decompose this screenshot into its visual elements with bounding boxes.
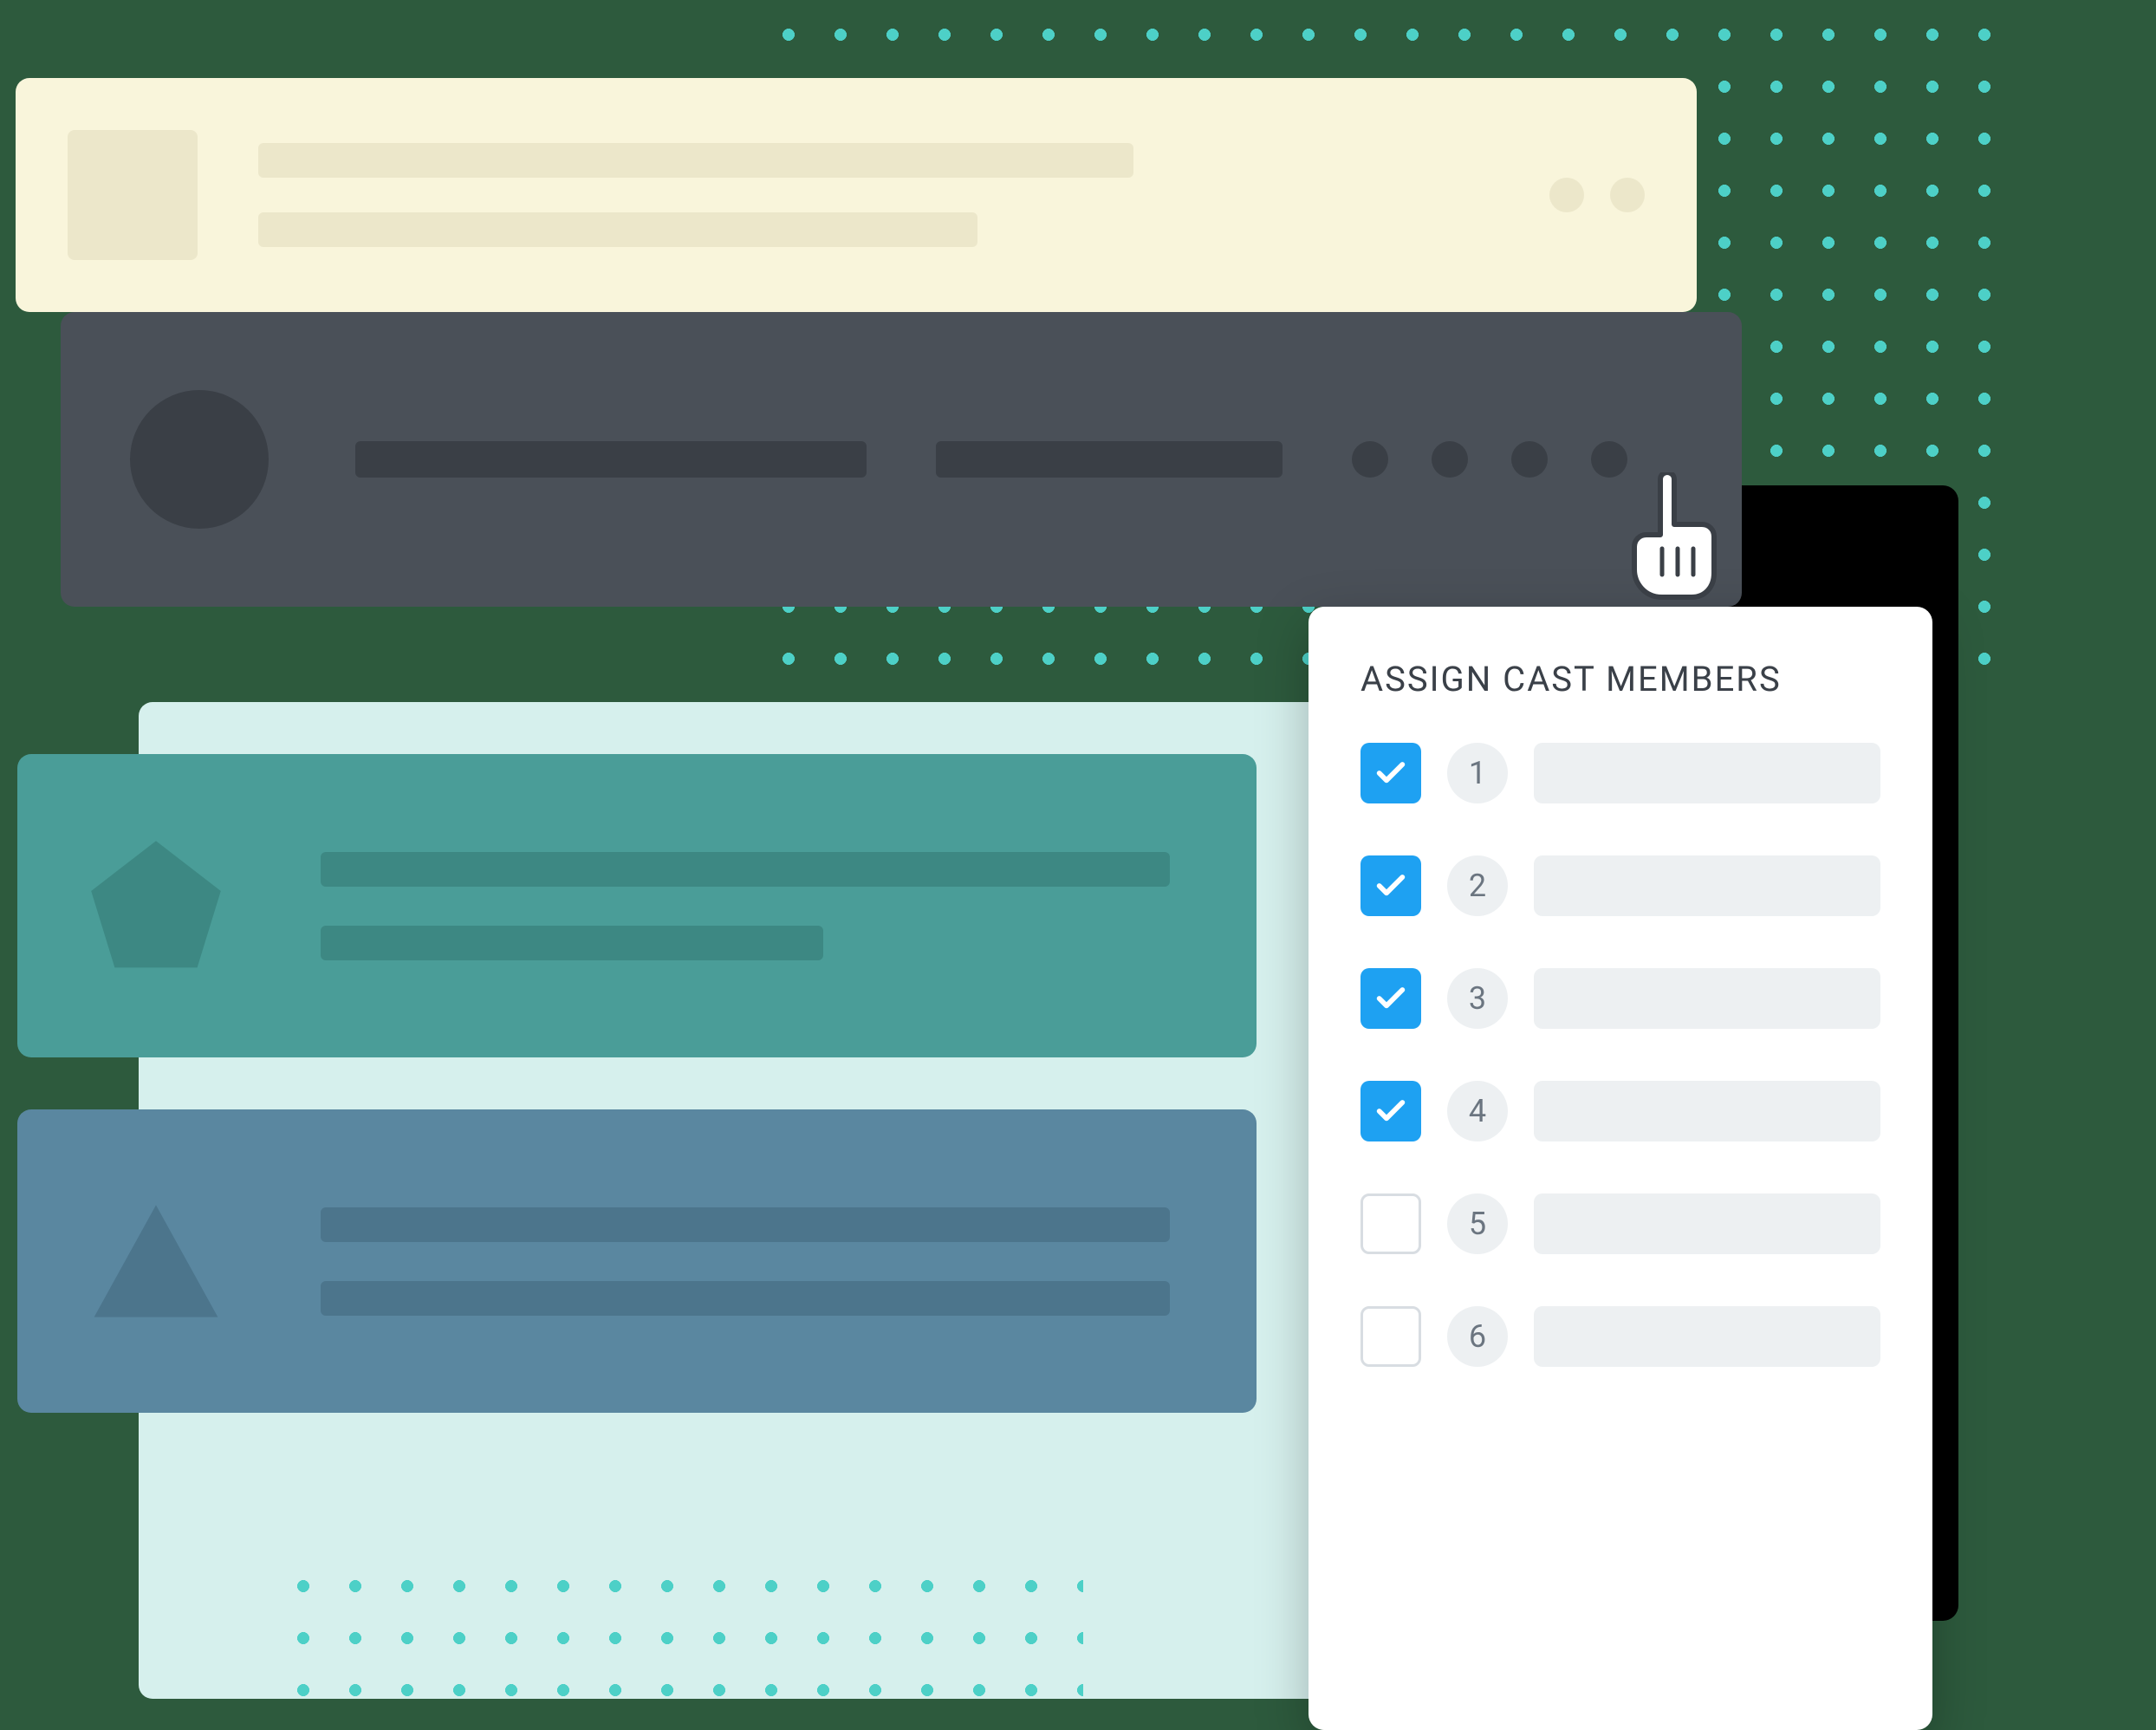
member-number-badge: 5 xyxy=(1447,1193,1508,1254)
item-text-placeholder xyxy=(258,143,1549,247)
dropdown-title: ASSIGN CAST MEMBERS xyxy=(1360,659,1880,699)
member-checkbox[interactable] xyxy=(1360,855,1421,916)
member-number-badge: 4 xyxy=(1447,1081,1508,1141)
member-name-placeholder xyxy=(1534,1193,1880,1254)
action-dot-icon[interactable] xyxy=(1511,441,1548,478)
item-text-placeholder xyxy=(936,441,1283,478)
action-dot-icon[interactable] xyxy=(1549,178,1584,212)
list-item-card-active[interactable] xyxy=(61,312,1742,607)
member-checkbox[interactable] xyxy=(1360,1193,1421,1254)
action-dot-icon[interactable] xyxy=(1610,178,1645,212)
member-checkbox[interactable] xyxy=(1360,968,1421,1029)
cast-member-row[interactable]: 2 xyxy=(1360,855,1880,916)
pentagon-avatar-icon xyxy=(78,832,234,979)
item-text-placeholder xyxy=(321,852,1170,960)
cast-member-row[interactable]: 5 xyxy=(1360,1193,1880,1254)
action-dot-icon[interactable] xyxy=(1352,441,1388,478)
member-checkbox[interactable] xyxy=(1360,1306,1421,1367)
member-name-placeholder xyxy=(1534,1306,1880,1367)
cast-member-row[interactable]: 1 xyxy=(1360,743,1880,803)
action-dot-icon[interactable] xyxy=(1432,441,1468,478)
cast-member-row[interactable]: 6 xyxy=(1360,1306,1880,1367)
member-checkbox[interactable] xyxy=(1360,1081,1421,1141)
pointer-cursor-icon xyxy=(1620,472,1724,606)
dot-pattern-decoration xyxy=(277,1560,1083,1716)
circle-avatar-icon xyxy=(130,390,269,529)
member-number-badge: 3 xyxy=(1447,968,1508,1029)
member-name-placeholder xyxy=(1534,855,1880,916)
member-number-badge: 1 xyxy=(1447,743,1508,803)
item-text-placeholder xyxy=(355,441,867,478)
member-checkbox[interactable] xyxy=(1360,743,1421,803)
member-name-placeholder xyxy=(1534,743,1880,803)
list-item-card-3[interactable] xyxy=(17,754,1257,1057)
member-name-placeholder xyxy=(1534,968,1880,1029)
assign-cast-members-dropdown: ASSIGN CAST MEMBERS 1 2 3 4 5 6 xyxy=(1309,607,1932,1730)
cast-member-row[interactable]: 4 xyxy=(1360,1081,1880,1141)
square-avatar-icon xyxy=(68,130,198,260)
item-actions xyxy=(1352,441,1627,478)
member-name-placeholder xyxy=(1534,1081,1880,1141)
list-item-card-4[interactable] xyxy=(17,1109,1257,1413)
triangle-avatar-icon xyxy=(78,1187,234,1335)
cast-member-row[interactable]: 3 xyxy=(1360,968,1880,1029)
item-actions xyxy=(1549,178,1645,212)
member-number-badge: 6 xyxy=(1447,1306,1508,1367)
member-number-badge: 2 xyxy=(1447,855,1508,916)
list-item-card-1[interactable] xyxy=(16,78,1697,312)
item-text-placeholder xyxy=(321,1207,1170,1316)
